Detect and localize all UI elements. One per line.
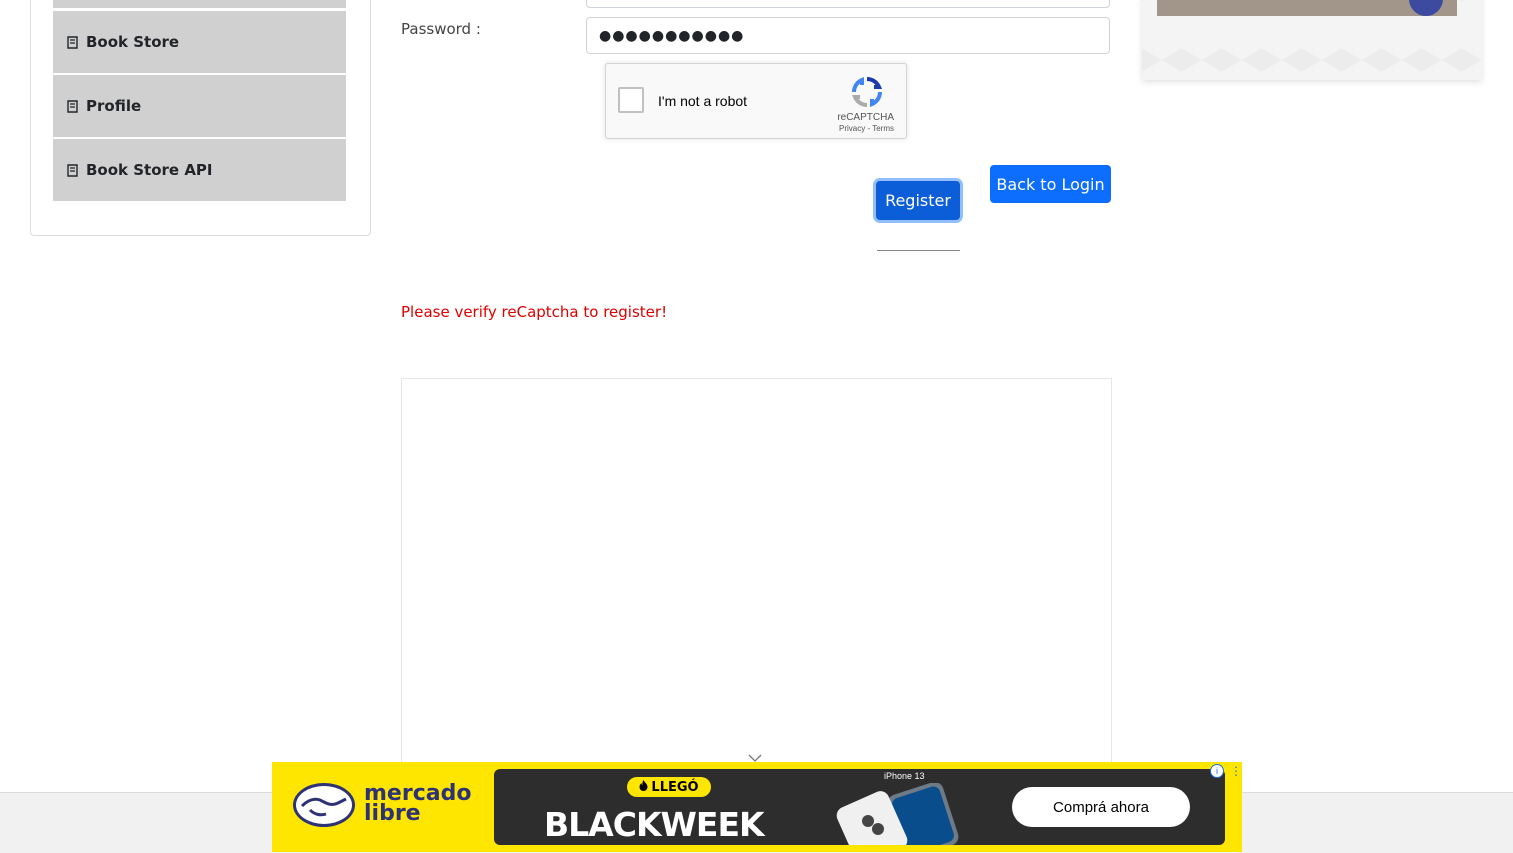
phone-image-icon [834, 781, 974, 853]
ad-brand: mercado libre [364, 783, 471, 826]
recaptcha-checkbox[interactable] [618, 87, 644, 113]
ad-pill: LLEGÓ [627, 777, 711, 797]
divider [877, 250, 960, 251]
back-to-login-button[interactable]: Back to Login [990, 165, 1111, 203]
ad-device-label: iPhone 13 [884, 771, 925, 781]
chevron-down-icon[interactable] [748, 748, 762, 762]
sidebar-item-profile[interactable]: Profile [53, 75, 346, 137]
ad-pill-text: LLEGÓ [651, 779, 699, 795]
recaptcha-logo-icon [851, 76, 883, 108]
book-icon [67, 163, 79, 177]
sidebar-item-book-store[interactable]: Book Store [53, 11, 346, 73]
password-field[interactable]: ●●●●●●●●●●● [586, 17, 1110, 54]
error-message: Please verify reCaptcha to register! [401, 303, 668, 321]
book-icon [67, 35, 79, 49]
book-icon [67, 99, 79, 113]
ad-info-icon[interactable]: i [1210, 764, 1224, 778]
ad-panel: LLEGÓ BLACKWEEK iPhone 13 Comprá ahora [494, 769, 1225, 853]
ad-brand-line2: libre [364, 801, 421, 826]
right-ad-card [1142, 0, 1482, 80]
ad-headline: BLACKWEEK [544, 805, 765, 844]
content-frame [401, 378, 1112, 798]
ad-banner[interactable]: mercado libre LLEGÓ BLACKWEEK iPhone 13 … [272, 762, 1242, 853]
ad-menu-icon[interactable]: ⋮ [1230, 764, 1242, 778]
recaptcha-widget: I'm not a robot reCAPTCHA Privacy - Term… [605, 63, 907, 139]
ad-cta-button[interactable]: Comprá ahora [1012, 787, 1190, 827]
username-field[interactable] [586, 0, 1110, 8]
sidebar-item-label: Profile [86, 97, 142, 115]
handshake-logo-icon [292, 782, 356, 828]
recaptcha-links[interactable]: Privacy - Terms [839, 124, 894, 133]
recaptcha-brand: reCAPTCHA [837, 112, 894, 123]
sidebar-item-label: Book Store API [86, 161, 213, 179]
password-label: Password : [401, 20, 481, 38]
password-value: ●●●●●●●●●●● [599, 27, 745, 44]
sidebar-item-label: Book Store [86, 33, 180, 51]
flame-icon [639, 779, 648, 795]
sidebar-item-book-store-api[interactable]: Book Store API [53, 139, 346, 201]
sidebar-item-partial[interactable] [53, 0, 346, 8]
register-button[interactable]: Register [876, 181, 960, 220]
recaptcha-label: I'm not a robot [658, 93, 748, 109]
